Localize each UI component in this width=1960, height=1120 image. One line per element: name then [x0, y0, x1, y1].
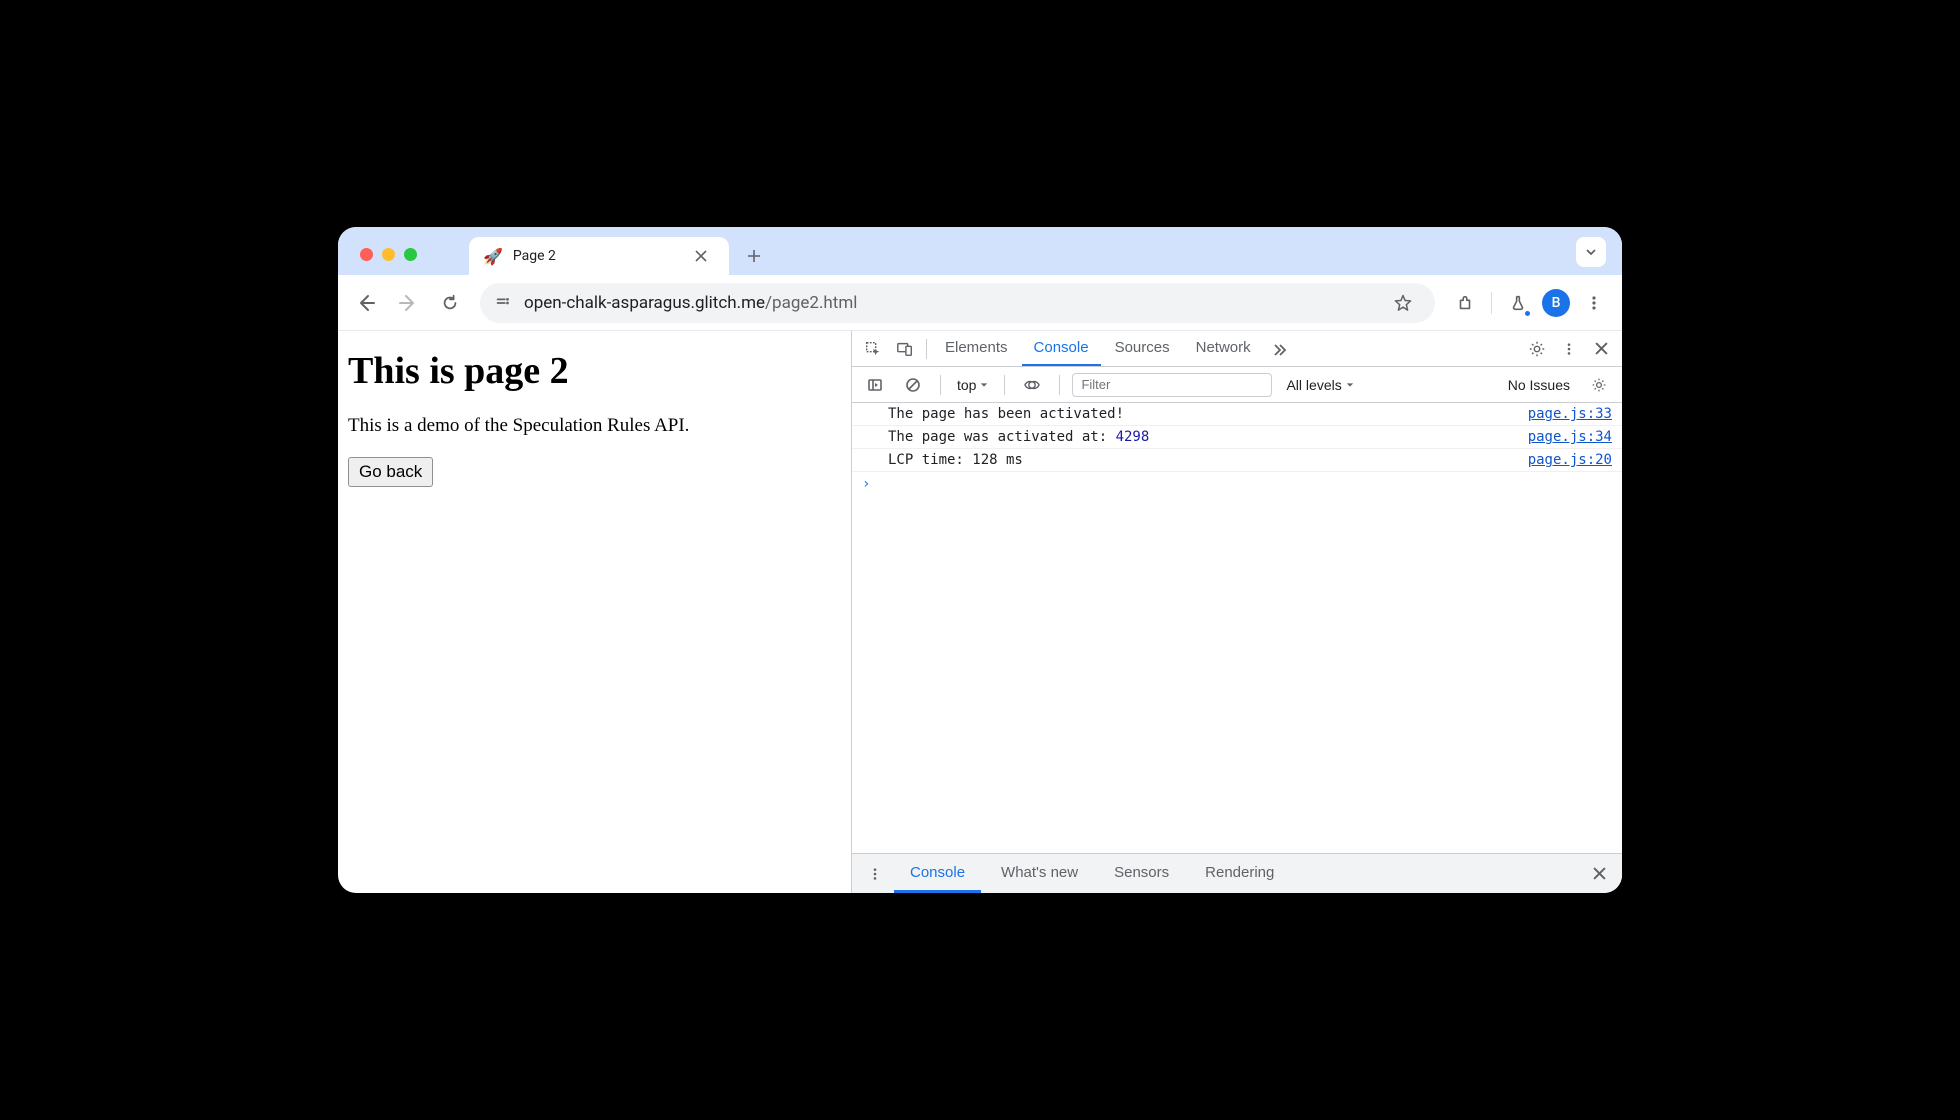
page-description: This is a demo of the Speculation Rules …: [348, 415, 841, 437]
url-text: open-chalk-asparagus.glitch.me/page2.htm…: [524, 293, 1373, 313]
issues-button[interactable]: No Issues: [1508, 377, 1570, 393]
devtools-tab-elements[interactable]: Elements: [933, 331, 1020, 366]
reload-button[interactable]: [432, 285, 468, 321]
devtools-tab-bar: Elements Console Sources Network: [852, 331, 1622, 367]
maximize-window-button[interactable]: [404, 248, 417, 261]
log-source-link[interactable]: page.js:20: [1528, 452, 1612, 468]
address-bar[interactable]: open-chalk-asparagus.glitch.me/page2.htm…: [480, 283, 1435, 323]
separator: [1004, 375, 1005, 395]
console-filter-input[interactable]: [1072, 373, 1272, 397]
close-devtools-icon[interactable]: [1586, 334, 1616, 364]
page-content: This is page 2 This is a demo of the Spe…: [338, 331, 851, 893]
console-log-row: The page has been activated! page.js:33: [852, 403, 1622, 426]
devtools-drawer: Console What's new Sensors Rendering: [852, 853, 1622, 893]
log-message: The page has been activated!: [888, 406, 1528, 422]
tab-title: Page 2: [513, 248, 685, 264]
site-info-icon[interactable]: [494, 294, 512, 312]
devtools-menu-icon[interactable]: [1554, 334, 1584, 364]
console-prompt[interactable]: ›: [852, 472, 1622, 496]
drawer-menu-icon[interactable]: [860, 859, 890, 889]
drawer-tab-console[interactable]: Console: [894, 854, 981, 893]
avatar: B: [1542, 289, 1570, 317]
devtools-tab-network[interactable]: Network: [1184, 331, 1263, 366]
window-controls: [348, 248, 429, 275]
clear-console-icon[interactable]: [898, 370, 928, 400]
drawer-tab-rendering[interactable]: Rendering: [1189, 854, 1290, 893]
devtools-panel: Elements Console Sources Network: [851, 331, 1622, 893]
minimize-window-button[interactable]: [382, 248, 395, 261]
browser-tab[interactable]: 🚀 Page 2: [469, 237, 729, 275]
more-tabs-icon[interactable]: [1265, 334, 1295, 364]
log-source-link[interactable]: page.js:34: [1528, 429, 1612, 445]
log-message: The page was activated at: 4298: [888, 429, 1528, 445]
drawer-tab-whats-new[interactable]: What's new: [985, 854, 1094, 893]
browser-window: 🚀 Page 2 op: [338, 227, 1622, 893]
go-back-button[interactable]: Go back: [348, 457, 433, 487]
separator: [1059, 375, 1060, 395]
drawer-tab-sensors[interactable]: Sensors: [1098, 854, 1185, 893]
forward-button[interactable]: [390, 285, 426, 321]
browser-toolbar: open-chalk-asparagus.glitch.me/page2.htm…: [338, 275, 1622, 331]
devtools-tab-sources[interactable]: Sources: [1103, 331, 1182, 366]
tab-favicon: 🚀: [483, 247, 503, 266]
content-area: This is page 2 This is a demo of the Spe…: [338, 331, 1622, 893]
separator: [926, 339, 927, 359]
profile-button[interactable]: B: [1538, 285, 1574, 321]
console-toolbar: top All levels No Issues: [852, 367, 1622, 403]
new-tab-button[interactable]: [739, 241, 769, 271]
log-message: LCP time: 128 ms: [888, 452, 1528, 468]
live-expression-icon[interactable]: [1017, 370, 1047, 400]
close-tab-button[interactable]: [695, 250, 715, 262]
console-log-row: The page was activated at: 4298 page.js:…: [852, 426, 1622, 449]
close-window-button[interactable]: [360, 248, 373, 261]
toolbar-actions: B: [1447, 285, 1612, 321]
inspect-element-icon[interactable]: [858, 334, 888, 364]
labs-icon[interactable]: [1500, 285, 1536, 321]
separator: [940, 375, 941, 395]
devtools-tab-console[interactable]: Console: [1022, 331, 1101, 366]
extensions-icon[interactable]: [1447, 285, 1483, 321]
close-drawer-icon[interactable]: [1584, 859, 1614, 889]
log-source-link[interactable]: page.js:33: [1528, 406, 1612, 422]
page-heading: This is page 2: [348, 349, 841, 393]
console-log-row: LCP time: 128 ms page.js:20: [852, 449, 1622, 472]
back-button[interactable]: [348, 285, 384, 321]
log-levels-select[interactable]: All levels: [1286, 377, 1353, 393]
tab-bar: 🚀 Page 2: [338, 227, 1622, 275]
menu-button[interactable]: [1576, 285, 1612, 321]
console-output: The page has been activated! page.js:33 …: [852, 403, 1622, 853]
console-settings-icon[interactable]: [1584, 370, 1614, 400]
tab-search-button[interactable]: [1576, 237, 1606, 267]
bookmark-icon[interactable]: [1385, 285, 1421, 321]
devtools-settings-icon[interactable]: [1522, 334, 1552, 364]
separator: [1491, 292, 1492, 314]
console-sidebar-toggle-icon[interactable]: [860, 370, 890, 400]
execution-context-select[interactable]: top: [953, 377, 992, 393]
device-mode-icon[interactable]: [890, 334, 920, 364]
